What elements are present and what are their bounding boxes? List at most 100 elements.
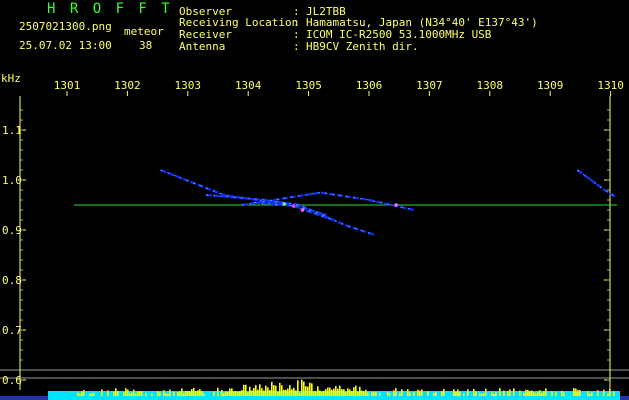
noise-peak [181,388,183,396]
noise-peak [561,390,563,396]
noise-peak [401,389,403,396]
noise-peak [113,391,115,396]
noise-peak [277,392,279,396]
noise-peak [303,381,305,396]
noise-peak [589,393,591,396]
info-key-antenna: Antenna [179,40,226,53]
noise-peak [185,390,187,396]
noise-peak [493,393,495,396]
noise-peak [463,393,465,396]
noise-peak [159,392,161,396]
noise-peak [125,388,127,396]
noise-peak [479,393,481,396]
noise-peak [291,389,293,396]
noise-peak [355,385,357,396]
noise-peak [531,390,533,396]
noise-peak [197,390,199,396]
noise-peak [123,392,125,396]
noise-peak [127,389,129,396]
noise-peak [351,391,353,396]
noise-peak [93,392,95,396]
noise-peak [361,390,363,396]
noise-peak [247,392,249,396]
noise-peak [279,382,281,396]
noise-peak [413,392,415,396]
x-tick-label: 1301 [54,79,81,92]
echo-trace [205,194,376,236]
noise-peak [275,385,277,396]
app-title: H R O F F T [47,1,173,17]
noise-peak [301,379,303,396]
noise-peak [389,393,391,396]
noise-peak [409,392,411,396]
noise-peak [513,388,515,396]
noise-peak [473,388,475,396]
noise-peak [289,385,291,396]
noise-peak [527,389,529,396]
noise-peak [579,389,581,396]
noise-peak [545,388,547,396]
noise-peak [129,393,131,396]
noise-peak [177,392,179,396]
noise-peak [101,389,103,396]
meteor-label: meteor [124,25,164,38]
noise-peak [217,387,219,396]
noise-peak [607,393,609,396]
noise-peak [165,393,167,396]
x-tick-label: 1306 [356,79,383,92]
noise-peak [341,389,343,396]
noise-peak [551,391,553,396]
noise-peak [349,389,351,396]
noise-peak [533,392,535,396]
noise-peak [541,392,543,396]
noise-peak [609,389,611,396]
noise-peak [503,390,505,396]
noise-peak [523,393,525,396]
noise-peak [151,393,153,396]
noise-peak [201,390,203,396]
noise-peak [241,390,243,396]
noise-peak [229,388,231,396]
x-tick-label: 1309 [537,79,564,92]
noise-peak [169,389,171,396]
noise-peak [263,390,265,396]
noise-peak [261,388,263,396]
noise-peak [287,388,289,396]
noise-peak [573,388,575,396]
noise-peak [213,391,215,396]
noise-peak [345,392,347,396]
noise-peak [259,384,261,396]
noise-peak [223,393,225,396]
noise-peak [475,391,477,396]
noise-peak [245,384,247,396]
noise-peak [481,393,483,396]
noise-peak [327,387,329,396]
noise-peak [603,389,605,396]
noise-peak [307,386,309,396]
noise-peak [395,388,397,396]
noise-peak [199,389,201,396]
noise-peak [435,391,437,396]
noise-peak [79,393,81,396]
y-tick-label: 0.9 [2,224,22,237]
noise-peak [539,390,541,396]
noise-peak [417,389,419,396]
noise-peak [243,384,245,396]
noise-peak [257,389,259,396]
echo-trace-glow [205,193,376,237]
noise-peak [399,393,401,396]
echo-spot [300,208,305,212]
noise-peak [495,391,497,396]
noise-peak [293,387,295,396]
noise-peak [117,391,119,396]
noise-peak [233,391,235,396]
noise-peak [509,389,511,396]
noise-peak [283,389,285,396]
noise-peak [457,389,459,396]
noise-peak [189,391,191,396]
noise-peak [419,390,421,396]
noise-peak [421,389,423,396]
noise-peak [285,389,287,396]
echo-trace-glow [242,191,415,212]
x-tick-label: 1307 [416,79,443,92]
